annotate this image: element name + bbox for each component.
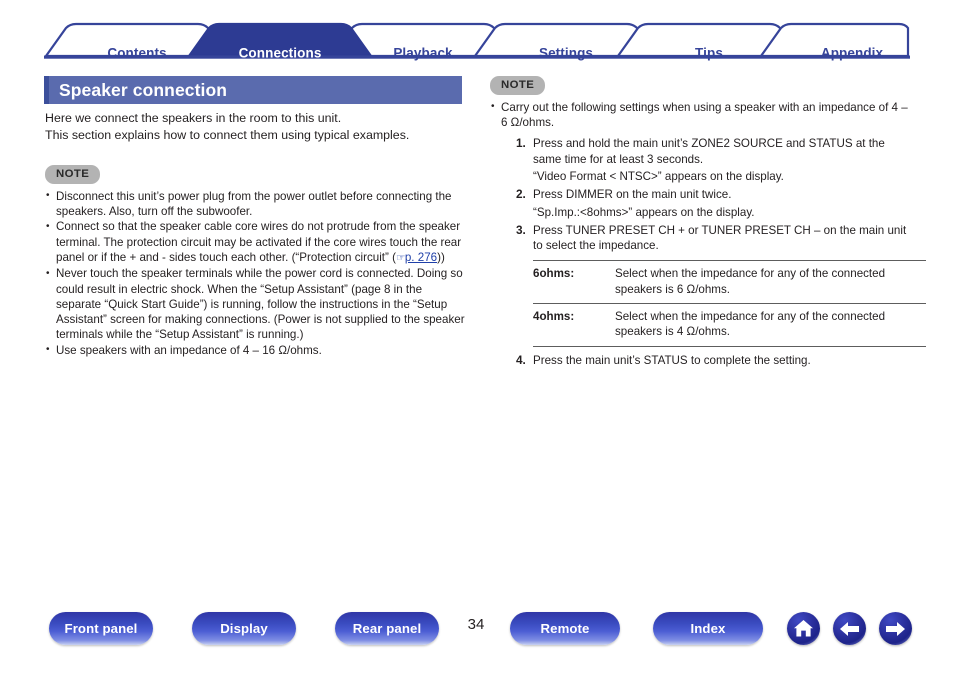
tab-baseline <box>44 55 910 59</box>
note-text-3: Never touch the speaker terminals while … <box>56 267 465 342</box>
step-item-3: 3. Press TUNER PRESET CH + or TUNER PRES… <box>516 222 926 347</box>
front-panel-button[interactable]: Front panel <box>49 612 153 645</box>
tab-settings[interactable]: Settings <box>539 46 593 61</box>
note-badge-right: NOTE <box>490 76 546 95</box>
step-subtext: “Sp.Imp.:<8ohms>” appears on the display… <box>533 205 755 219</box>
note-text-1: Disconnect this unit’s power plug from t… <box>56 189 452 219</box>
right-column: NOTE Carry out the following settings wh… <box>490 76 926 371</box>
step-text: Press the main unit’s STATUS to complete… <box>533 353 811 367</box>
note-badge-left: NOTE <box>45 165 101 184</box>
arrow-left-icon <box>840 621 859 636</box>
home-button[interactable] <box>787 612 820 645</box>
impedance-value: Select when the impedance for any of the… <box>615 310 886 339</box>
note-intro-text: Carry out the following settings when us… <box>501 100 908 130</box>
page-title-label: Speaker connection <box>59 79 228 100</box>
index-button[interactable]: Index <box>653 612 763 645</box>
list-item: Connect so that the speaker cable core w… <box>45 219 470 266</box>
arrow-right-icon <box>886 621 905 636</box>
left-column: Here we connect the speakers in the room… <box>45 110 470 358</box>
home-icon <box>794 620 813 637</box>
step-number: 1. <box>516 136 526 151</box>
step-list: 1. Press and hold the main unit’s ZONE2 … <box>490 136 926 368</box>
intro-line-1: Here we connect the speakers in the room… <box>45 111 342 125</box>
pointing-hand-icon: ☞ <box>395 251 405 264</box>
step-subtext: “Video Format < NTSC>” appears on the di… <box>533 169 784 183</box>
table-row: 6ohms: Select when the impedance for any… <box>533 260 926 304</box>
step-item-4: 4. Press the main unit’s STATUS to compl… <box>516 353 915 368</box>
tab-bar-shapes <box>44 22 910 59</box>
page-reference-link[interactable]: p. 276 <box>405 251 437 264</box>
page-title: Speaker connection <box>44 76 462 104</box>
list-item: Carry out the following settings when us… <box>490 99 915 131</box>
step-number: 4. <box>516 352 526 367</box>
list-item: Disconnect this unit’s power plug from t… <box>45 188 470 220</box>
intro-line-2: This section explains how to connect the… <box>45 128 410 142</box>
impedance-key: 4ohms: <box>533 310 575 324</box>
impedance-value: Select when the impedance for any of the… <box>615 267 886 296</box>
bottom-navigation: Front panel Display Rear panel 34 Remote… <box>0 612 954 662</box>
tab-bar: Contents Connections Playback Settings T… <box>44 22 910 61</box>
page-number: 34 <box>467 616 485 633</box>
right-note-list: Carry out the following settings when us… <box>490 99 915 131</box>
tab-playback[interactable]: Playback <box>393 46 452 61</box>
note-text-4: Use speakers with an impedance of 4 – 16… <box>56 343 322 357</box>
step-number: 3. <box>516 222 526 237</box>
step-number: 2. <box>516 187 526 202</box>
note-text-2-tail: )) <box>437 250 445 264</box>
tab-appendix[interactable]: Appendix <box>821 46 883 61</box>
display-button[interactable]: Display <box>192 612 296 645</box>
step-text: Press DIMMER on the main unit twice. <box>533 188 732 202</box>
previous-page-button[interactable] <box>833 612 866 645</box>
table-row: 4ohms: Select when the impedance for any… <box>533 303 926 347</box>
remote-button[interactable]: Remote <box>510 612 620 645</box>
next-page-button[interactable] <box>879 612 912 645</box>
tab-tips[interactable]: Tips <box>695 46 723 61</box>
impedance-key: 6ohms: <box>533 267 575 281</box>
tab-connections[interactable]: Connections <box>239 46 322 61</box>
step-item-1: 1. Press and hold the main unit’s ZONE2 … <box>516 136 915 184</box>
list-item: Never touch the speaker terminals while … <box>45 266 470 342</box>
list-item: Use speakers with an impedance of 4 – 16… <box>45 342 470 358</box>
tab-contents[interactable]: Contents <box>107 46 166 61</box>
rear-panel-button[interactable]: Rear panel <box>335 612 439 645</box>
step-text: Press TUNER PRESET CH + or TUNER PRESET … <box>533 223 907 253</box>
step-item-2: 2. Press DIMMER on the main unit twice. … <box>516 187 915 220</box>
step-text: Press and hold the main unit’s ZONE2 SOU… <box>533 137 885 166</box>
left-note-list: Disconnect this unit’s power plug from t… <box>45 188 470 358</box>
impedance-table: 6ohms: Select when the impedance for any… <box>533 260 926 347</box>
